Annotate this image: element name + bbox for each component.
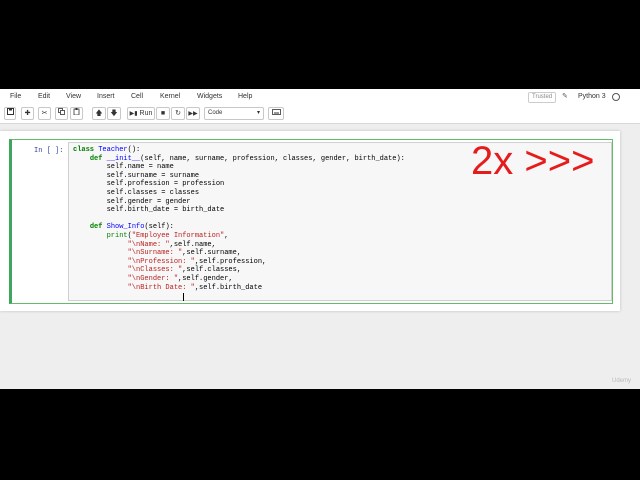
copy-icon bbox=[58, 108, 65, 115]
watermark-logo: Udemy bbox=[612, 378, 632, 384]
paste-icon bbox=[73, 108, 80, 115]
menu-edit[interactable]: Edit bbox=[38, 93, 50, 100]
stop-icon: ■ bbox=[160, 110, 166, 117]
code-line: def Show_Info(self): bbox=[89, 223, 174, 232]
restart-run-all-button[interactable]: ▶▶ bbox=[186, 107, 200, 120]
menu-cell[interactable]: Cell bbox=[131, 93, 143, 100]
trusted-badge[interactable]: Trusted bbox=[528, 92, 557, 103]
fast-forward-icon: ▶▶ bbox=[188, 111, 198, 117]
copy-button[interactable] bbox=[55, 107, 68, 120]
menu-widgets[interactable]: Widgets bbox=[197, 93, 222, 100]
menu-kernel[interactable]: Kernel bbox=[160, 93, 180, 100]
kernel-name[interactable]: Python 3 bbox=[578, 92, 606, 101]
code-line: self.profession = profession bbox=[73, 180, 225, 189]
menu-insert[interactable]: Insert bbox=[97, 93, 115, 100]
move-up-button[interactable]: 🡅 bbox=[92, 107, 106, 120]
move-down-icon: 🡇 bbox=[110, 110, 118, 117]
chevron-down-icon: ▾ bbox=[256, 110, 260, 116]
code-line: class Teacher(): bbox=[73, 146, 141, 154]
text-cursor bbox=[183, 293, 184, 301]
run-label: Run bbox=[139, 110, 153, 117]
cell-type-select[interactable]: Code ▾ bbox=[204, 107, 264, 120]
cut-icon: ✂ bbox=[41, 110, 48, 117]
code-line: "\nName: ",self.name, bbox=[127, 240, 216, 249]
command-palette-button[interactable] bbox=[268, 107, 284, 120]
jupyter-notebook-window: File Edit View Insert Cell Kernel Widget… bbox=[0, 89, 640, 389]
code-line: def __init__(self, name, surname, profes… bbox=[89, 154, 405, 163]
kernel-status-icon bbox=[612, 93, 620, 101]
code-line: self.classes = classes bbox=[73, 188, 200, 197]
cut-button[interactable]: ✂ bbox=[38, 107, 51, 120]
save-icon bbox=[6, 108, 14, 115]
add-cell-icon: ✚ bbox=[24, 110, 31, 117]
run-icon: ▶▮ bbox=[129, 111, 138, 117]
menu-file[interactable]: File bbox=[10, 93, 21, 100]
restart-icon: ↻ bbox=[175, 110, 181, 117]
menu-help[interactable]: Help bbox=[238, 93, 252, 100]
code-line: print("Employee Information", bbox=[106, 231, 229, 240]
playback-speed-overlay: 2x >>> bbox=[471, 139, 595, 183]
keyboard-icon bbox=[271, 109, 281, 115]
code-line: "\nGender: ",self.gender, bbox=[127, 274, 233, 283]
code-line: "\nProfession: ",self.profession, bbox=[127, 257, 267, 266]
code-line: "\nBirth Date: ",self.birth_date bbox=[127, 283, 263, 292]
code-lines: class Teacher(): def __init__(self, name… bbox=[73, 146, 405, 301]
code-line: self.gender = gender bbox=[73, 197, 191, 206]
code-line: self.name = name bbox=[73, 163, 174, 172]
code-line: self.surname = surname bbox=[73, 171, 200, 180]
pencil-icon[interactable]: ✎ bbox=[562, 92, 568, 100]
toolbar: ✚ ✂ 🡅 🡇 ▶▮ Run ■ ↻ ▶▶ Code ▾ bbox=[0, 105, 640, 124]
insert-cell-button[interactable]: ✚ bbox=[21, 107, 34, 120]
input-prompt: In [ ]: bbox=[34, 147, 64, 155]
run-button[interactable]: ▶▮ Run bbox=[127, 107, 155, 120]
paste-button[interactable] bbox=[70, 107, 83, 120]
move-down-button[interactable]: 🡇 bbox=[107, 107, 121, 120]
menu-view[interactable]: View bbox=[66, 93, 81, 100]
menu-bar: File Edit View Insert Cell Kernel Widget… bbox=[0, 89, 640, 105]
code-line: "\nClasses: ",self.classes, bbox=[127, 266, 242, 275]
interrupt-button[interactable]: ■ bbox=[156, 107, 170, 120]
move-up-icon: 🡅 bbox=[95, 110, 103, 117]
save-button[interactable] bbox=[4, 107, 16, 120]
code-line: self.birth_date = birth_date bbox=[73, 206, 225, 215]
restart-button[interactable]: ↻ bbox=[171, 107, 185, 120]
code-line: "\nSurname: ",self.surname, bbox=[127, 249, 242, 258]
cell-type-value: Code bbox=[208, 110, 223, 116]
